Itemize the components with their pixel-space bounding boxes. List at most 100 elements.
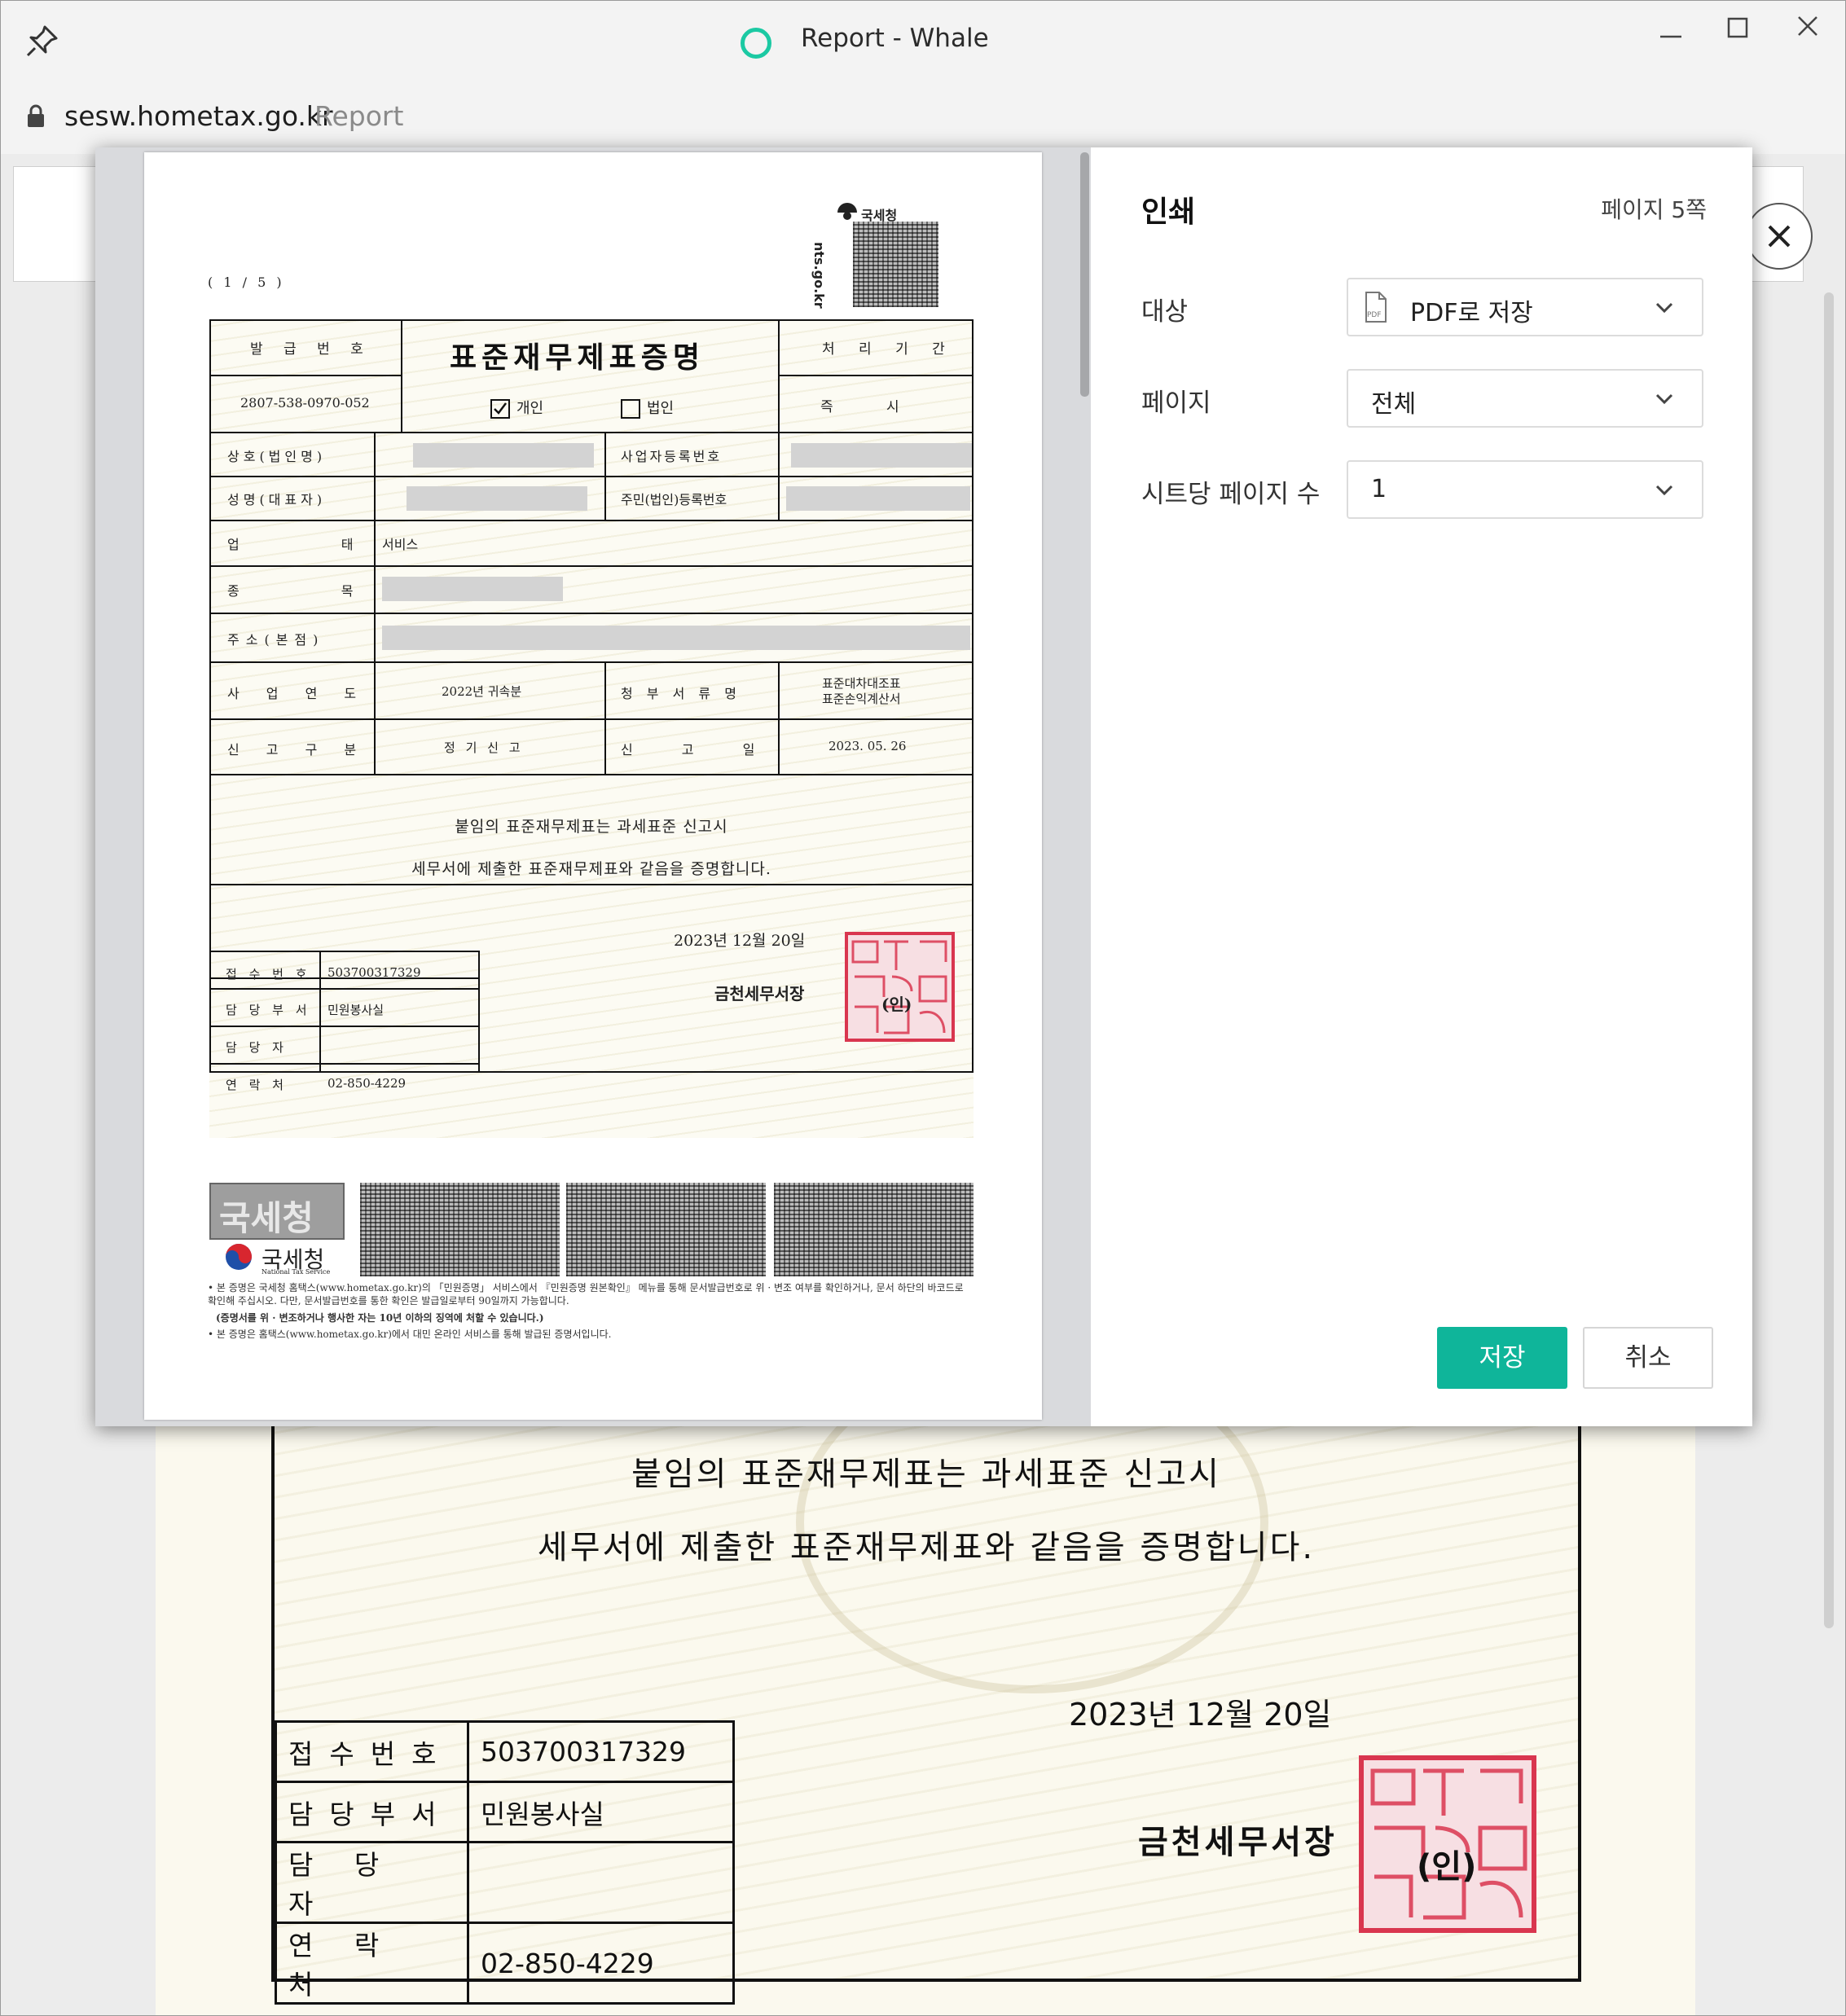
pages-per-sheet-select[interactable]: 1 bbox=[1347, 460, 1703, 519]
dept-value: 민원봉사실 bbox=[327, 1003, 385, 1017]
statement-line-2: 세무서에 제출한 표준재무제표와 같음을 증명합니다. bbox=[537, 1529, 1316, 1566]
row-label-business-type: 업 태 bbox=[227, 537, 354, 552]
pdf-file-icon: PDF bbox=[1365, 292, 1387, 323]
row-value: 02-850-4229 bbox=[467, 1922, 735, 2005]
row-label-residentno: 주민(법인)등록번호 bbox=[621, 492, 727, 507]
row-label: 담 당 자 bbox=[275, 1841, 469, 1924]
table-row: 연 락 처 02-850-4229 bbox=[275, 1922, 735, 2005]
save-button[interactable]: 저장 bbox=[1437, 1327, 1567, 1389]
footer-note-3: • 본 증명은 홈택스(www.hometax.go.kr)에서 대민 온라인 … bbox=[208, 1329, 612, 1340]
row-label-report-type: 신 고 구 분 bbox=[227, 742, 368, 758]
destination-select[interactable]: PDF PDF로 저장 bbox=[1347, 278, 1703, 336]
redacted-name bbox=[407, 486, 587, 511]
pin-icon[interactable] bbox=[24, 22, 61, 59]
pages-label: 페이지 bbox=[1141, 389, 1211, 418]
url-path: Report bbox=[314, 100, 404, 132]
checkbox-corporate-label: 법인 bbox=[647, 400, 675, 417]
processing-label: 처 리 기 간 bbox=[822, 341, 955, 358]
maximize-icon[interactable] bbox=[1710, 12, 1767, 61]
statement-line-1: 붙임의 표준재무제표는 과세표준 신고시 bbox=[631, 1456, 1221, 1493]
row-label: 연 락 처 bbox=[275, 1922, 469, 2005]
svg-text:PDF: PDF bbox=[1367, 311, 1382, 319]
background-certificate: 붙임의 표준재무제표는 과세표준 신고시 세무서에 제출한 표준재무제표와 같음… bbox=[156, 1351, 1695, 2015]
minimize-icon[interactable] bbox=[1642, 12, 1699, 61]
contact-value: 02-850-4229 bbox=[327, 1076, 407, 1091]
statement-line-2: 세무서에 제출한 표준재무제표와 같음을 증명합니다. bbox=[411, 860, 771, 878]
checkbox-individual-label: 개인 bbox=[516, 400, 544, 417]
browser-window: Report - Whale sesw.hometax.go.kr Report… bbox=[0, 0, 1846, 2016]
issue-no-value: 2807-538-0970-052 bbox=[240, 395, 370, 411]
lock-icon bbox=[28, 104, 44, 127]
row-label-year: 사 업 연 도 bbox=[227, 686, 368, 701]
col-divider bbox=[604, 432, 606, 521]
page-scrollbar[interactable] bbox=[1824, 292, 1834, 1628]
receipt-value: 503700317329 bbox=[327, 965, 421, 980]
pages-per-sheet-label: 시트당 페이지 수 bbox=[1141, 480, 1321, 509]
certificate-body: 발 급 번 호 2807-538-0970-052 표준재무제표증명 개인 법인… bbox=[209, 319, 974, 1138]
contact-label: 연 락 처 bbox=[226, 1078, 288, 1092]
footer-barcode-2 bbox=[566, 1183, 766, 1276]
address-bar[interactable]: sesw.hometax.go.kr Report bbox=[1, 79, 1845, 154]
footer-barcode-3 bbox=[774, 1183, 974, 1276]
footer-note-2: (증명서를 위 · 변조하거나 행사한 자는 10년 이하의 징역에 처할 수 … bbox=[216, 1312, 544, 1324]
seal-mark: (인) bbox=[1417, 1848, 1477, 1886]
doc-name-value-2: 표준손익계산서 bbox=[822, 692, 901, 706]
row-divider bbox=[209, 988, 480, 990]
window-title: Report - Whale bbox=[801, 24, 989, 53]
tax-office-name: 금천세무서장 bbox=[714, 984, 805, 1004]
processing-value: 즉 시 bbox=[820, 399, 899, 415]
viewer-close-button[interactable] bbox=[1746, 203, 1813, 270]
redacted-residentno bbox=[786, 486, 970, 511]
close-icon bbox=[1768, 225, 1791, 248]
cancel-button[interactable]: 취소 bbox=[1583, 1327, 1713, 1389]
top-barcode bbox=[853, 222, 938, 307]
doc-name-value-1: 표준대차대조표 bbox=[822, 676, 901, 691]
certificate-title: 표준재무제표증명 bbox=[450, 340, 705, 375]
year-value: 2022년 귀속분 bbox=[442, 684, 522, 699]
title-bar: Report - Whale bbox=[1, 1, 1845, 78]
redacted-company bbox=[413, 443, 594, 468]
table-row: 담 당 자 bbox=[275, 1841, 735, 1924]
taegeuk-logo-icon bbox=[226, 1244, 252, 1270]
print-settings-panel: 인쇄 페이지 5쪽 대상 PDF PDF로 저장 페이지 전체 시트당 페이지 … bbox=[1091, 147, 1752, 1426]
checkbox-corporate: 법인 bbox=[621, 397, 674, 419]
table-row: 접수번호 503700317329 bbox=[275, 1720, 735, 1783]
destination-label: 대상 bbox=[1141, 297, 1189, 327]
row-divider bbox=[209, 1026, 480, 1027]
statement-line-1: 붙임의 표준재무제표는 과세표준 신고시 bbox=[455, 818, 728, 836]
table-row: 담당부서 민원봉사실 bbox=[275, 1781, 735, 1843]
close-window-icon[interactable] bbox=[1779, 12, 1836, 61]
footer-barcode-1 bbox=[360, 1183, 560, 1276]
chevron-down-icon bbox=[1655, 302, 1673, 314]
row-label-doc-name: 청 부 서 류 명 bbox=[621, 686, 741, 701]
col-divider bbox=[319, 951, 321, 1073]
unchecked-box-icon bbox=[621, 399, 640, 419]
row-label-report-date: 신 고 일 bbox=[621, 742, 755, 758]
report-date-value: 2023. 05. 26 bbox=[829, 739, 907, 753]
pages-select[interactable]: 전체 bbox=[1347, 369, 1703, 428]
row-label-company: 상호(법인명) bbox=[227, 449, 327, 464]
redacted-address bbox=[382, 626, 970, 650]
nts-footer-stamp-text: 국세청 bbox=[219, 1198, 314, 1238]
report-type-value: 정 기 신 고 bbox=[444, 740, 524, 755]
official-seal-stamp bbox=[845, 932, 955, 1042]
redacted-item bbox=[382, 577, 563, 601]
row-label-item: 종 목 bbox=[227, 583, 354, 599]
redacted-bizno bbox=[791, 443, 972, 468]
pages-per-sheet-value: 1 bbox=[1371, 475, 1387, 503]
pages-value: 전체 bbox=[1371, 390, 1417, 419]
page-count: 페이지 5쪽 bbox=[1601, 196, 1707, 223]
certificate-frame: 붙임의 표준재무제표는 과세표준 신고시 세무서에 제출한 표준재무제표와 같음… bbox=[271, 1351, 1581, 2005]
row-label: 접수번호 bbox=[275, 1720, 469, 1783]
footer-note-1: • 본 증명은 국세청 홈택스(www.hometax.go.kr)의 「민원증… bbox=[208, 1282, 964, 1307]
issue-no-label: 발 급 번 호 bbox=[250, 341, 371, 358]
print-title: 인쇄 bbox=[1141, 195, 1196, 229]
preview-scrollbar[interactable] bbox=[1080, 152, 1089, 397]
tax-office-name: 금천세무서장 bbox=[1138, 1824, 1338, 1861]
issue-date: 2023년 12월 20일 bbox=[1069, 1697, 1332, 1733]
print-preview[interactable]: 국세청 nts.go.kr ( 1 / 5 ) 발 급 번 호 2807-538… bbox=[95, 147, 1091, 1426]
page-indicator: ( 1 / 5 ) bbox=[208, 275, 285, 290]
footer-logo-sub: National Tax Service bbox=[262, 1268, 331, 1276]
checkbox-individual: 개인 bbox=[490, 397, 543, 419]
preview-page: 국세청 nts.go.kr ( 1 / 5 ) 발 급 번 호 2807-538… bbox=[144, 152, 1042, 1420]
